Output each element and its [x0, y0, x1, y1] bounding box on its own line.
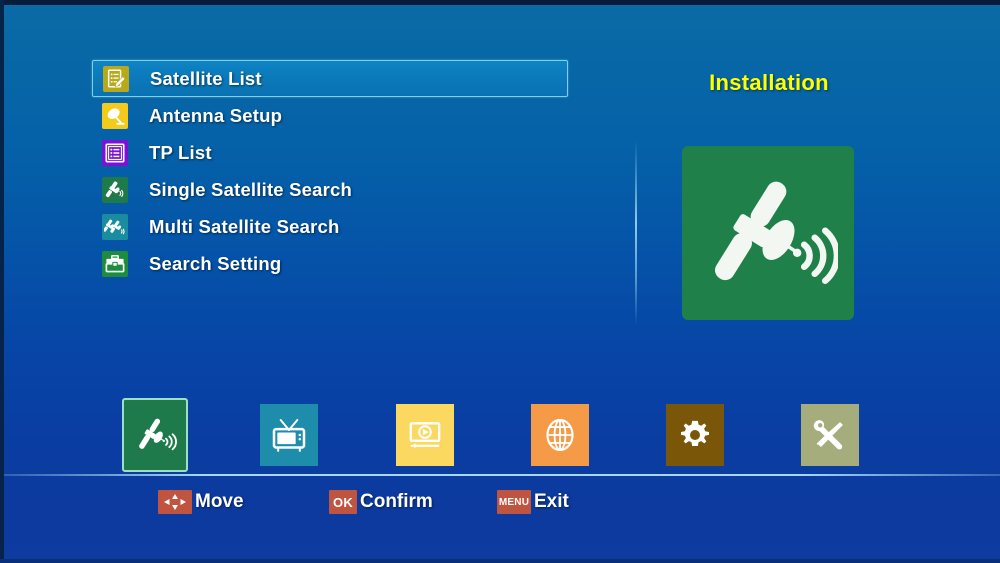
menu-key-badge: MENU: [497, 490, 531, 514]
tools-wrench-screwdriver-icon: [813, 420, 843, 450]
menu-item-multi-satellite-search[interactable]: Multi Satellite Search: [92, 208, 568, 245]
hint-confirm: OK Confirm: [329, 488, 433, 516]
menu-item-satellite-list[interactable]: Satellite List: [92, 60, 568, 97]
icon-bar-item-system-setup[interactable]: [666, 404, 724, 466]
page-title: Installation: [709, 70, 829, 95]
menu-item-tp-list[interactable]: TP List: [92, 134, 568, 171]
installation-menu-list: Satellite List Antenna Setup TP List Sin…: [92, 60, 568, 282]
screen-frame-top: [0, 0, 1000, 5]
single-satellite-search-icon: [102, 176, 128, 203]
multi-satellite-search-icon: [102, 213, 128, 240]
menu-item-single-satellite-search[interactable]: Single Satellite Search: [92, 171, 568, 208]
menu-item-antenna-setup[interactable]: Antenna Setup: [92, 97, 568, 134]
television-icon: [272, 419, 306, 452]
main-menu-icon-bar: [0, 382, 1000, 474]
menu-item-label: TP List: [149, 141, 212, 163]
footer-divider: [4, 474, 1000, 476]
ok-key-badge: OK: [329, 490, 357, 514]
menu-item-label: Multi Satellite Search: [149, 215, 340, 237]
menu-item-label: Single Satellite Search: [149, 178, 353, 200]
satellite-signal-icon: [139, 418, 177, 451]
icon-bar-item-installation[interactable]: [122, 398, 188, 472]
hint-label: Confirm: [360, 491, 433, 512]
gear-icon: [681, 420, 709, 446]
antenna-dish-icon: [102, 102, 128, 129]
installation-menu-screen: Satellite List Antenna Setup TP List Sin…: [0, 0, 1000, 563]
menu-item-search-setting[interactable]: Search Setting: [92, 245, 568, 282]
media-player-icon: [409, 422, 441, 449]
menu-item-label: Satellite List: [150, 67, 262, 89]
dpad-icon: [158, 490, 192, 514]
icon-bar-item-media[interactable]: [396, 404, 454, 466]
screen-frame-bottom: [0, 559, 1000, 563]
satellite-list-icon: [103, 65, 129, 92]
globe-icon: [546, 418, 574, 452]
hint-label: Exit: [534, 491, 569, 512]
search-setting-toolbox-icon: [102, 250, 128, 277]
menu-item-label: Antenna Setup: [149, 104, 283, 126]
transponder-list-icon: [102, 139, 128, 166]
icon-bar-item-channel[interactable]: [260, 404, 318, 466]
screen-frame-left: [0, 0, 4, 563]
hint-label: Move: [195, 491, 244, 512]
icon-bar-item-network[interactable]: [531, 404, 589, 466]
key-hint-bar: Move OK Confirm MENU Exit: [0, 488, 1000, 522]
satellite-dish-signal-icon: [682, 146, 854, 320]
panel-divider: [635, 140, 637, 325]
hint-move: Move: [158, 488, 244, 516]
menu-item-label: Search Setting: [149, 252, 282, 274]
icon-bar-item-tools[interactable]: [801, 404, 859, 466]
hint-exit: MENU Exit: [497, 488, 569, 516]
